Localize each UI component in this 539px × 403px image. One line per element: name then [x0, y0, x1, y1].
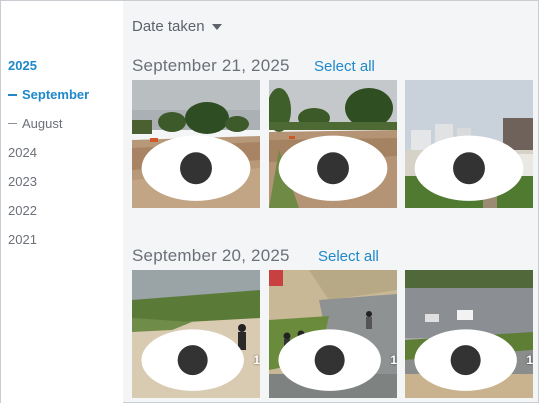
timeline-year-2022[interactable]: 2022 [8, 203, 37, 218]
timeline-month-label: August [22, 116, 63, 131]
timeline-year-2025[interactable]: 2025 [8, 58, 37, 73]
photo-thumbnail[interactable]: 1 [269, 270, 397, 398]
eye-icon [141, 329, 244, 391]
view-count: 1 [275, 326, 397, 394]
date-group-title: September 20, 2025 [132, 246, 290, 265]
timeline-year-2024[interactable]: 2024 [8, 145, 37, 160]
view-count-value: 1 [390, 352, 397, 367]
select-all-button[interactable]: Select all [314, 58, 375, 75]
eye-icon [278, 135, 388, 201]
view-count-value: 1 [253, 352, 260, 367]
select-all-button[interactable]: Select all [318, 248, 379, 265]
photo-thumbnail[interactable]: 1 [132, 270, 260, 398]
eye-icon [414, 135, 524, 201]
photo-thumbnail[interactable] [269, 80, 397, 208]
timeline-month-august[interactable]: August [8, 116, 62, 131]
view-count: 1 [411, 326, 533, 394]
photo-thumbnail[interactable]: 1 [405, 270, 533, 398]
timeline-month-september[interactable]: September [8, 87, 89, 102]
view-count: 1 [138, 326, 260, 394]
active-marker [8, 93, 17, 96]
eye-icon [414, 329, 517, 391]
view-count [275, 132, 397, 205]
caret-down-icon [211, 23, 222, 30]
timeline-year-2021[interactable]: 2021 [8, 232, 37, 247]
photo-thumbnail[interactable] [405, 80, 533, 208]
view-count-value: 1 [526, 352, 533, 367]
date-group-title: September 21, 2025 [132, 56, 290, 75]
sort-dropdown[interactable]: Date taken [132, 18, 222, 35]
photo-thumbnail[interactable] [132, 80, 260, 208]
sort-label: Date taken [132, 18, 205, 35]
inactive-marker [8, 123, 17, 125]
view-count [138, 132, 260, 205]
timeline-month-label: September [22, 87, 90, 102]
timeline-year-2023[interactable]: 2023 [8, 174, 37, 189]
eye-icon [278, 329, 381, 391]
eye-icon [141, 135, 251, 201]
view-count [411, 132, 533, 205]
timeline-sidebar: 2025 September August 2024 2023 2022 202… [1, 1, 123, 403]
photo-grid-area: Date taken September 21, 2025 Select all [123, 1, 538, 402]
